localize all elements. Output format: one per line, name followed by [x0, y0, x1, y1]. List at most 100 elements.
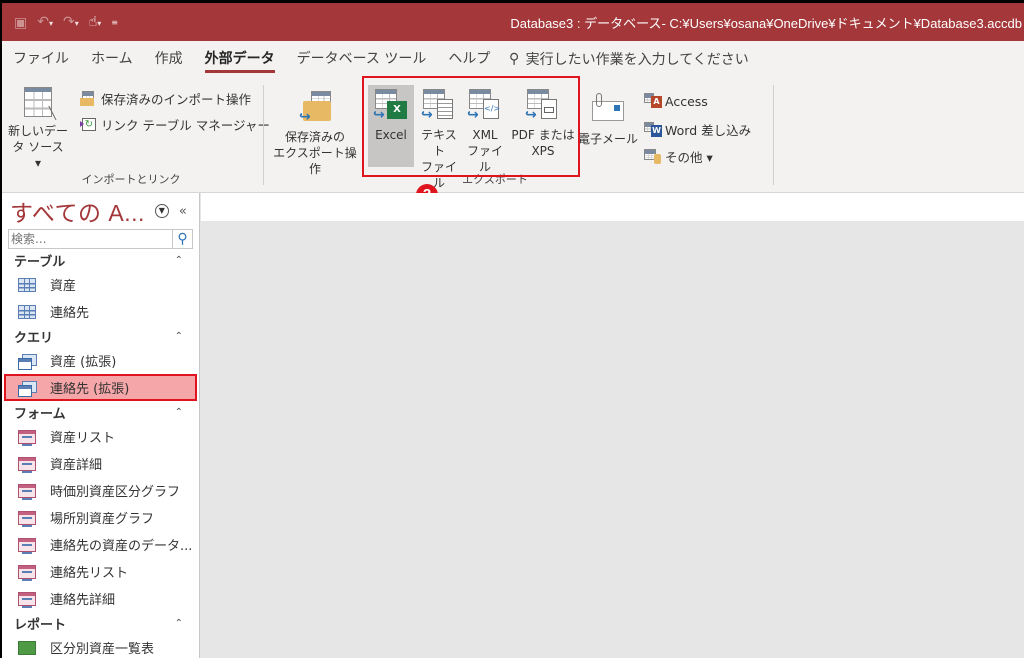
form-icon [18, 429, 36, 446]
search-icon[interactable]: ⚲ [172, 230, 192, 248]
nav-section-forms[interactable]: フォーム ⌃ [2, 401, 199, 423]
saved-exports-icon: ↪ [297, 91, 333, 127]
customize-icon[interactable]: ≡ [111, 14, 118, 32]
import-link-group: ╲ 新しいデー タ ソース ▾ 保存済みのインポート操作 ↻ リンク テーブル … [2, 83, 270, 189]
nav-search-input[interactable] [9, 230, 172, 248]
window-title: Database3 : データベース- C:¥Users¥osana¥OneDr… [510, 16, 1022, 31]
more-export-label: その他 ▾ [665, 150, 713, 165]
item-label: 区分別資産一覧表 [50, 642, 155, 657]
collapse-pane-icon[interactable]: « [179, 204, 187, 219]
tab-external-data[interactable]: 外部データ [194, 41, 286, 77]
tab-database-tools[interactable]: データベース ツール [286, 41, 438, 77]
redo-icon[interactable]: ↷▾ [63, 13, 79, 33]
collapse-section-icon[interactable]: ⌃ [175, 618, 183, 629]
form-icon [18, 591, 36, 608]
section-label: クエリ [14, 330, 54, 346]
more-export-button[interactable]: その他 ▾ [644, 147, 713, 166]
item-label: 資産 [50, 279, 77, 294]
table-icon [18, 277, 36, 292]
document-tab-strip [201, 193, 1024, 221]
nav-item-query[interactable]: 資産 (拡張) [2, 347, 199, 374]
navigation-pane: すべての A... ▼ « ⚲ テーブル ⌃ 資産 連絡先 クエリ ⌃ 資産 (… [2, 193, 200, 658]
item-label: 資産 (拡張) [50, 355, 117, 370]
section-label: テーブル [14, 254, 66, 270]
saved-exports-label-1: 保存済みの [284, 130, 345, 144]
nav-item-form[interactable]: 資産リスト [2, 423, 199, 450]
nav-section-queries[interactable]: クエリ ⌃ [2, 325, 199, 347]
table-icon [18, 304, 36, 319]
touch-mode-icon[interactable]: ☝▾ [89, 13, 102, 33]
email-label: 電子メール [577, 132, 638, 146]
tab-home[interactable]: ホーム [80, 41, 144, 77]
collapse-section-icon[interactable]: ⌃ [175, 255, 183, 266]
email-icon [588, 93, 628, 129]
access-window: ▣ ↶▾ ↷▾ ☝▾ ≡ Database3 : データベース- C:¥User… [2, 3, 1024, 658]
item-label: 時価別資産区分グラフ [50, 485, 181, 500]
word-merge-button[interactable]: W Word 差し込み [644, 120, 751, 139]
title-bar: ▣ ↶▾ ↷▾ ☝▾ ≡ Database3 : データベース- C:¥User… [2, 3, 1024, 41]
tab-file[interactable]: ファイル [2, 41, 80, 77]
nav-section-tables[interactable]: テーブル ⌃ [2, 249, 199, 271]
saved-imports-icon [80, 90, 98, 107]
tell-me-placeholder: 実行したい作業を入力してください [525, 52, 749, 68]
word-icon: W [644, 121, 662, 138]
saved-exports-label-2: エクスポート操作 [273, 146, 357, 176]
nav-item-form[interactable]: 連絡先リスト [2, 558, 199, 585]
item-label: 資産リスト [50, 431, 116, 446]
form-icon [18, 483, 36, 500]
linked-table-manager-label: リンク テーブル マネージャー [101, 118, 270, 133]
highlight-export-buttons [362, 76, 580, 177]
nav-item-table[interactable]: 連絡先 [2, 298, 199, 325]
nav-item-form[interactable]: 連絡先の資産のデータ... [2, 531, 199, 558]
item-label: 連絡先の資産のデータ... [50, 539, 193, 554]
form-icon [18, 510, 36, 527]
nav-menu-dropdown-icon[interactable]: ▼ [154, 204, 169, 218]
nav-item-form[interactable]: 連絡先詳細 [2, 585, 199, 612]
collapse-section-icon[interactable]: ⌃ [175, 331, 183, 342]
saved-exports-button[interactable]: ↪ 保存済みの エクスポート操作 [270, 91, 360, 177]
save-icon[interactable]: ▣ [14, 14, 27, 32]
item-label: 連絡先リスト [50, 566, 129, 581]
nav-item-query-selected[interactable]: 連絡先 (拡張) [4, 374, 197, 401]
undo-icon[interactable]: ↶▾ [37, 13, 53, 33]
document-workspace [201, 193, 1024, 658]
nav-search: ⚲ [8, 229, 193, 249]
export-email-button[interactable]: 電子メール [576, 93, 640, 147]
nav-item-table[interactable]: 資産 [2, 271, 199, 298]
nav-item-report[interactable]: 区分別資産一覧表 [2, 634, 199, 658]
linked-table-manager-icon: ↻ [80, 117, 98, 133]
access-icon: A [644, 93, 662, 109]
import-link-group-label: インポートとリンク [81, 173, 181, 186]
saved-imports-button[interactable]: 保存済みのインポート操作 [80, 89, 251, 108]
form-icon [18, 564, 36, 581]
collapse-section-icon[interactable]: ⌃ [175, 407, 183, 418]
more-export-icon [644, 148, 662, 165]
tab-create[interactable]: 作成 [144, 41, 194, 77]
tell-me-box[interactable]: ⚲ 実行したい作業を入力してください [509, 49, 748, 69]
nav-title[interactable]: すべての A... [10, 194, 145, 228]
nav-item-form[interactable]: 時価別資産区分グラフ [2, 477, 199, 504]
new-data-source-label-1: 新しいデー [8, 124, 69, 138]
nav-header: すべての A... ▼ « [2, 193, 199, 229]
item-label: 場所別資産グラフ [50, 512, 155, 527]
item-label: 資産詳細 [50, 458, 103, 473]
new-data-source-button[interactable]: ╲ 新しいデー タ ソース ▾ [8, 85, 68, 171]
export-access-button[interactable]: A Access [644, 93, 708, 109]
access-label: Access [665, 93, 708, 109]
form-icon [18, 537, 36, 554]
new-data-source-label-2: タ ソース ▾ [12, 140, 64, 170]
query-icon [18, 380, 37, 397]
section-label: フォーム [14, 406, 66, 422]
search-icon: ⚲ [509, 51, 520, 67]
section-label: レポート [14, 617, 67, 633]
tab-help[interactable]: ヘルプ [437, 41, 501, 77]
word-merge-label: Word 差し込み [665, 123, 752, 138]
nav-item-form[interactable]: 資産詳細 [2, 450, 199, 477]
report-icon [18, 640, 36, 655]
form-icon [18, 456, 36, 473]
nav-item-form[interactable]: 場所別資産グラフ [2, 504, 199, 531]
group-separator [773, 85, 774, 185]
linked-table-manager-button[interactable]: ↻ リンク テーブル マネージャー [80, 115, 270, 134]
nav-section-reports[interactable]: レポート ⌃ [2, 612, 199, 634]
saved-imports-label: 保存済みのインポート操作 [101, 92, 252, 107]
